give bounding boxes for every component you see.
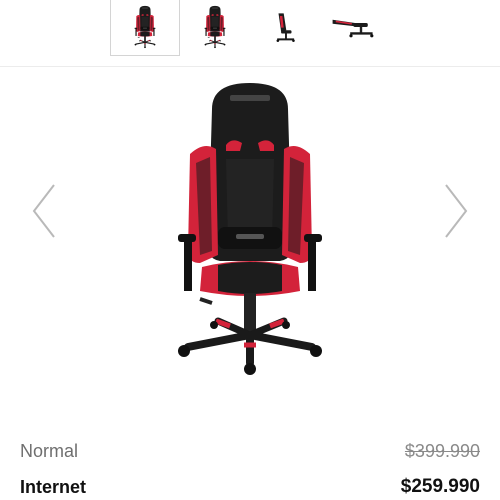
next-image-button[interactable] — [438, 178, 474, 244]
gallery-divider — [0, 66, 500, 67]
thumbnail-angled[interactable] — [180, 0, 250, 56]
thumbnail-strip — [0, 0, 500, 58]
internet-price-row: Internet $259.990 — [20, 474, 480, 500]
chevron-left-icon — [32, 184, 55, 238]
chair-side-thumbnail-image — [272, 5, 298, 49]
internet-price-value: $259.990 — [400, 476, 480, 497]
chair-angled-thumbnail-image — [202, 4, 228, 50]
normal-price-value: $399.990 — [404, 440, 480, 461]
thumbnail-reclined[interactable] — [320, 0, 390, 56]
previous-image-button[interactable] — [26, 178, 62, 244]
normal-price-label: Normal — [20, 440, 79, 461]
chair-front-thumbnail-image — [132, 4, 158, 50]
thumbnail-front[interactable] — [110, 0, 180, 56]
internet-price-label: Internet — [20, 476, 87, 497]
thumbnail-side[interactable] — [250, 0, 320, 56]
normal-price-row: Normal $399.990 — [20, 438, 480, 464]
chair-reclined-thumbnail-image — [331, 15, 379, 39]
product-main-image — [160, 78, 340, 380]
gaming-chair-image — [160, 78, 340, 380]
chevron-right-icon — [445, 184, 468, 238]
